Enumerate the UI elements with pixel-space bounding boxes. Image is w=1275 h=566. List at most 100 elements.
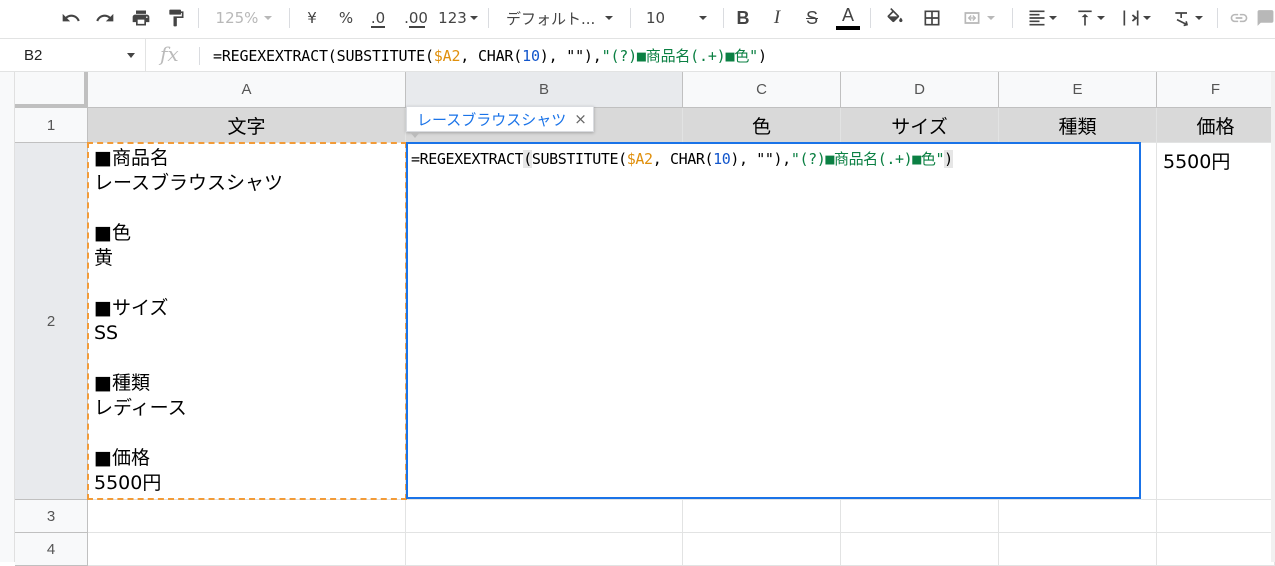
row-header-4[interactable]: 4 — [15, 533, 88, 566]
column-header-b[interactable]: B — [406, 72, 683, 108]
increase-decimal-label: .00 — [404, 9, 428, 27]
chevron-down-icon — [605, 16, 614, 20]
chevron-down-icon — [264, 16, 273, 20]
formula-function: =REGEXEXTRACT — [411, 150, 524, 168]
tooltip-arrow-icon — [410, 132, 420, 138]
text-color-bar — [836, 26, 860, 30]
name-box[interactable]: B2 — [0, 39, 146, 71]
italic-icon[interactable]: I — [765, 0, 789, 36]
zoom-dropdown[interactable]: 125% — [208, 0, 280, 36]
formula-result-preview: レースブラウスシャツ × — [406, 106, 594, 132]
formula-string: "(?)■商品名(.+)■色" — [790, 150, 945, 168]
cell-a2[interactable]: ■商品名 レースブラウスシャツ ■色 黄 ■サイズ SS ■種類 レディース ■… — [88, 143, 406, 500]
print-icon[interactable] — [128, 0, 154, 36]
column-header-a[interactable]: A — [88, 72, 406, 108]
cell-editor-formula[interactable]: =REGEXEXTRACT(SUBSTITUTE($A2, CHAR(10), … — [411, 148, 953, 169]
name-box-value: B2 — [24, 46, 43, 64]
cell-e3[interactable] — [999, 500, 1157, 533]
chevron-down-icon — [127, 53, 135, 58]
formula-function: , CHAR( — [652, 150, 714, 168]
formula-function: , CHAR( — [460, 47, 523, 65]
formula-function: ), ""), — [539, 47, 602, 65]
cell-c4[interactable] — [683, 533, 841, 566]
matched-paren: ) — [944, 150, 953, 168]
more-formats-dropdown[interactable]: 123 — [436, 0, 480, 36]
chevron-down-icon — [1097, 16, 1105, 20]
chevron-down-icon — [699, 16, 708, 20]
cell-a1[interactable]: 文字 — [88, 108, 406, 143]
close-icon[interactable]: × — [574, 110, 587, 128]
vertical-align-icon[interactable] — [1068, 0, 1112, 36]
bold-icon[interactable]: B — [731, 0, 755, 36]
fill-color-icon[interactable] — [882, 0, 908, 36]
cell-b4[interactable] — [406, 533, 683, 566]
formula-reference: $A2 — [433, 47, 461, 65]
paint-format-icon[interactable] — [163, 0, 189, 36]
formula-number: 10 — [713, 150, 731, 168]
insert-link-icon[interactable] — [1225, 0, 1253, 36]
cell-b3[interactable] — [406, 500, 683, 533]
borders-icon[interactable] — [919, 0, 945, 36]
toolbar: 125% ¥ % .0 .00 123 デフォルト... 10 B I S A — [0, 0, 1275, 36]
formula-bar: B2 fx =REGEXEXTRACT(SUBSTITUTE($A2, CHAR… — [0, 38, 1275, 72]
cell-f4[interactable] — [1157, 533, 1275, 566]
cell-c1[interactable]: 色 — [683, 108, 841, 143]
font-family-dropdown[interactable]: デフォルト... — [500, 0, 625, 36]
cell-f2[interactable]: 5500円 — [1157, 143, 1275, 500]
currency-button[interactable]: ¥ — [299, 0, 325, 36]
undo-icon[interactable] — [58, 0, 84, 36]
increase-decimal-button[interactable]: .00 — [401, 0, 431, 36]
formula-function: ), ""), — [730, 150, 791, 168]
formula-function: SUBSTITUTE( — [531, 150, 627, 168]
merge-cells-icon[interactable] — [954, 0, 1002, 36]
redo-icon[interactable] — [92, 0, 118, 36]
chevron-down-icon — [1143, 16, 1151, 20]
preview-value: レースブラウスシャツ — [417, 110, 567, 129]
cell-d3[interactable] — [841, 500, 999, 533]
percent-button[interactable]: % — [333, 0, 359, 36]
decrease-decimal-label: .0 — [370, 9, 386, 27]
cell-f1[interactable]: 価格 — [1157, 108, 1275, 143]
cell-e4[interactable] — [999, 533, 1157, 566]
vertical-scrollbar[interactable] — [1271, 72, 1275, 562]
text-color-button[interactable]: A — [834, 0, 862, 36]
row-header-3[interactable]: 3 — [15, 500, 88, 533]
text-wrap-icon[interactable] — [1114, 0, 1158, 36]
row-header-2[interactable]: 2 — [15, 143, 88, 500]
column-header-e[interactable]: E — [999, 72, 1157, 108]
cell-d4[interactable] — [841, 533, 999, 566]
strikethrough-icon[interactable]: S — [800, 0, 824, 36]
insert-comment-icon[interactable] — [1256, 0, 1275, 36]
matched-paren: ( — [523, 150, 532, 168]
row-header-1[interactable]: 1 — [15, 108, 88, 143]
formula-number: 10 — [522, 47, 540, 65]
percent-label: % — [338, 9, 354, 27]
cell-f3[interactable] — [1157, 500, 1275, 533]
column-header-d[interactable]: D — [841, 72, 999, 108]
cell-a4[interactable] — [88, 533, 406, 566]
text-color-icon: A — [841, 5, 854, 25]
decrease-decimal-button[interactable]: .0 — [365, 0, 391, 36]
cell-c3[interactable] — [683, 500, 841, 533]
font-family-value: デフォルト... — [506, 9, 596, 28]
font-size-dropdown[interactable]: 10 — [640, 0, 718, 36]
cell-a3[interactable] — [88, 500, 406, 533]
formula-reference: $A2 — [626, 150, 653, 168]
column-header-c[interactable]: C — [683, 72, 841, 108]
select-all-corner[interactable] — [15, 72, 88, 108]
more-formats-label: 123 — [438, 9, 467, 27]
text-rotation-icon[interactable] — [1164, 0, 1210, 36]
cell-editor[interactable]: =REGEXEXTRACT(SUBSTITUTE($A2, CHAR(10), … — [406, 142, 1141, 499]
chevron-down-icon — [469, 16, 478, 20]
column-header-f[interactable]: F — [1157, 72, 1275, 108]
formula-function: ) — [757, 47, 767, 65]
currency-label: ¥ — [307, 9, 317, 27]
formula-function: =REGEXEXTRACT(SUBSTITUTE( — [213, 47, 434, 65]
spreadsheet-grid: A B C D E F 1 2 3 4 文字 色 サイズ 種類 価格 ■商品名 … — [0, 72, 1275, 566]
arrow-left-icon — [371, 26, 385, 28]
cell-d1[interactable]: サイズ — [841, 108, 999, 143]
cell-e1[interactable]: 種類 — [999, 108, 1157, 143]
chevron-down-icon — [1195, 16, 1203, 20]
horizontal-align-icon[interactable] — [1020, 0, 1064, 36]
formula-input[interactable]: =REGEXEXTRACT(SUBSTITUTE($A2, CHAR(10), … — [213, 45, 767, 66]
